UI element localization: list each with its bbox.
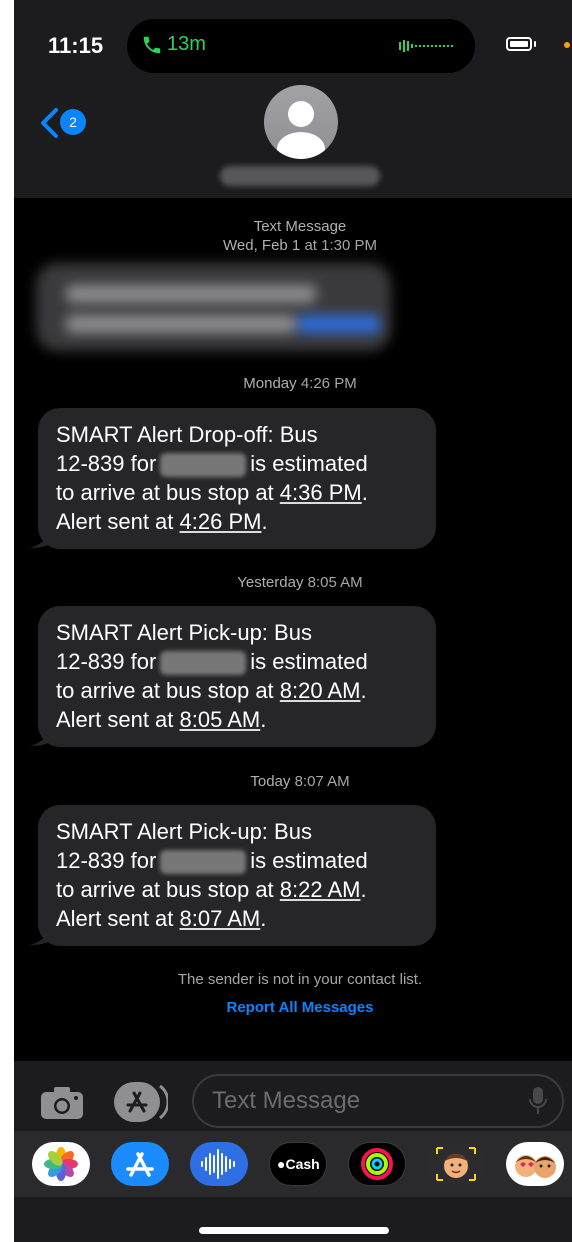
time-link[interactable]: 4:36 PM — [280, 480, 362, 505]
redacted-name — [160, 850, 247, 875]
app-store-app-icon[interactable] — [111, 1142, 169, 1186]
message-text: . — [260, 707, 267, 732]
message-line: to arrive at bus stop at 8:22 AM. — [56, 875, 420, 904]
sender-notice: The sender is not in your contact list. — [177, 971, 423, 988]
time-link[interactable]: 8:05 AM — [180, 707, 261, 732]
thread-date-time: at 1:30 PM — [304, 237, 377, 254]
memoji-face-icon — [436, 1147, 476, 1181]
message-text: Alert sent at — [56, 906, 180, 931]
time-link[interactable]: 8:22 AM — [280, 877, 361, 902]
time-link[interactable]: 8:20 AM — [280, 678, 361, 703]
message-text: 12-839 for — [56, 451, 157, 476]
audio-wave-icon — [399, 40, 453, 52]
message-line: to arrive at bus stop at 4:36 PM. — [56, 478, 420, 507]
message-bubble[interactable]: SMART Alert Pick-up: Bus 12-839 for is es… — [38, 606, 436, 747]
microphone-icon[interactable] — [528, 1086, 548, 1116]
battery-icon — [506, 37, 532, 51]
message-text: is estimated — [250, 848, 368, 873]
contact-avatar[interactable] — [264, 85, 338, 159]
person-icon — [277, 101, 325, 159]
message-line: SMART Alert Pick-up: Bus — [56, 620, 312, 645]
timestamp-day: Yesterday — [237, 574, 304, 591]
memoji-app-icon[interactable] — [427, 1142, 485, 1186]
timestamp: Yesterday 8:05 AM — [14, 574, 572, 591]
message-text: . — [360, 877, 367, 902]
message-text: is estimated — [250, 451, 368, 476]
phone-icon — [143, 36, 161, 54]
contact-name-redacted[interactable] — [220, 166, 380, 186]
message-line: Alert sent at 8:07 AM. — [56, 904, 420, 933]
memoji-stickers-app-icon[interactable] — [506, 1142, 564, 1186]
message-text: . — [261, 509, 268, 534]
thread-header: Text Message Wed, Feb 1 at 1:30 PM — [14, 218, 572, 254]
time-link[interactable]: 8:07 AM — [180, 906, 261, 931]
app-store-glyph-icon — [126, 1152, 154, 1177]
call-duration: 13m — [167, 33, 206, 55]
message-line: to arrive at bus stop at 8:20 AM. — [56, 676, 420, 705]
audio-message-app-icon[interactable] — [190, 1142, 248, 1186]
message-text: 12-839 for — [56, 848, 157, 873]
message-type-label: Text Message — [253, 218, 347, 235]
unread-badge[interactable]: 2 — [60, 109, 86, 135]
timestamp-time: 4:26 PM — [300, 375, 357, 392]
status-time: 11:15 — [48, 33, 104, 58]
camera-icon[interactable] — [40, 1086, 84, 1120]
report-all-messages-link[interactable]: Report All Messages — [14, 999, 572, 1016]
redacted-message-bubble — [36, 263, 391, 351]
fitness-app-icon[interactable] — [348, 1142, 406, 1186]
message-text: is estimated — [250, 649, 368, 674]
apple-cash-app-icon[interactable]: ●Cash — [269, 1142, 327, 1186]
memoji-stickers-icon — [515, 1155, 556, 1178]
timestamp-day: Monday — [243, 375, 297, 392]
cash-label: ●Cash — [277, 1156, 320, 1172]
timestamp: Today 8:07 AM — [14, 773, 572, 790]
message-line: 12-839 for is estimated — [56, 449, 420, 478]
timestamp-day: Today — [250, 773, 291, 790]
message-text: Alert sent at — [56, 707, 180, 732]
message-text: . — [360, 678, 367, 703]
waveform-icon — [201, 1149, 235, 1179]
timestamp-time: 8:07 AM — [294, 773, 350, 790]
home-indicator[interactable] — [199, 1227, 389, 1234]
mic-indicator-dot — [564, 42, 570, 48]
message-line: 12-839 for is estimated — [56, 846, 420, 875]
message-text: . — [361, 480, 368, 505]
message-bubble[interactable]: SMART Alert Pick-up: Bus 12-839 for is es… — [38, 805, 436, 946]
message-text: to arrive at bus stop at — [56, 480, 280, 505]
time-link[interactable]: 4:26 PM — [180, 509, 262, 534]
message-bubble[interactable]: SMART Alert Drop-off: Bus 12-839 for is e… — [38, 408, 436, 549]
dynamic-island-call[interactable]: 13m — [127, 19, 475, 73]
redacted-name — [160, 651, 247, 676]
thread-date-day: Wed, Feb 1 — [223, 237, 301, 254]
battery-tip — [534, 41, 536, 47]
app-store-icon[interactable] — [114, 1082, 168, 1122]
message-line: 12-839 for is estimated — [56, 647, 420, 676]
message-line: Alert sent at 4:26 PM. — [56, 507, 420, 536]
message-input-placeholder: Text Message — [212, 1087, 361, 1114]
message-line: Alert sent at 8:05 AM. — [56, 705, 420, 734]
message-text: Alert sent at — [56, 509, 180, 534]
message-text: to arrive at bus stop at — [56, 678, 280, 703]
photos-flower-icon — [44, 1147, 78, 1181]
thread-date: Wed, Feb 1 at 1:30 PM — [14, 237, 572, 254]
timestamp: Monday 4:26 PM — [14, 375, 572, 392]
redacted-name — [160, 453, 247, 478]
message-line: SMART Alert Pick-up: Bus — [56, 819, 312, 844]
message-text: 12-839 for — [56, 649, 157, 674]
activity-rings-icon — [361, 1148, 393, 1180]
message-text: . — [260, 906, 267, 931]
messages-screen: 11:15 13m 2 Text Message Wed, Feb 1 at 1… — [14, 0, 572, 1242]
timestamp-time: 8:05 AM — [307, 574, 363, 591]
message-text: to arrive at bus stop at — [56, 877, 280, 902]
photos-app-icon[interactable] — [32, 1142, 90, 1186]
message-line: SMART Alert Drop-off: Bus — [56, 422, 318, 447]
cash-label-text: Cash — [285, 1156, 320, 1172]
